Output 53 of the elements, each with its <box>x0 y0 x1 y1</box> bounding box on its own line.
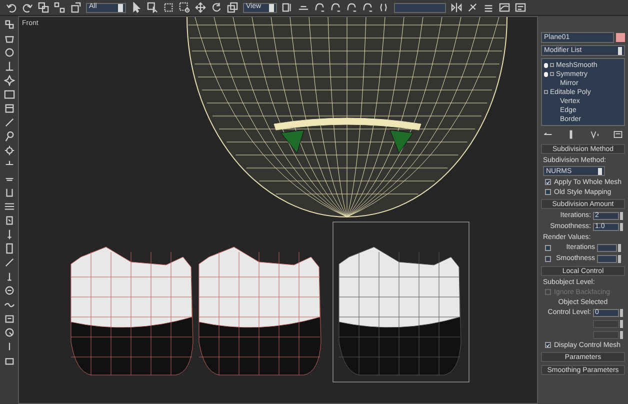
move-icon[interactable] <box>195 2 206 13</box>
spinner-snap-icon[interactable] <box>362 2 373 13</box>
tool-icon[interactable] <box>4 327 14 338</box>
schematic-view-icon[interactable] <box>515 2 526 13</box>
layers-icon[interactable] <box>483 2 494 13</box>
tool-icon[interactable] <box>4 117 14 128</box>
tool-icon[interactable] <box>4 187 14 198</box>
curve-editor-icon[interactable] <box>499 2 510 13</box>
window-crossing-icon[interactable] <box>179 2 190 13</box>
scale-icon[interactable] <box>227 2 238 13</box>
tool-icon[interactable] <box>4 75 14 86</box>
checkbox[interactable] <box>545 244 551 250</box>
unlink-icon[interactable] <box>54 2 65 13</box>
checkbox[interactable] <box>545 342 551 348</box>
tool-icon[interactable] <box>4 257 14 268</box>
object-color-swatch[interactable] <box>616 33 625 42</box>
expand-icon[interactable] <box>550 63 554 67</box>
angle-snap-icon[interactable] <box>330 2 341 13</box>
expand-icon[interactable] <box>544 90 548 94</box>
checkbox[interactable] <box>545 189 551 195</box>
spinner-field[interactable] <box>597 254 617 262</box>
tool-icon[interactable] <box>4 201 14 212</box>
region-select-icon[interactable] <box>163 2 174 13</box>
select-by-name-icon[interactable] <box>147 2 158 13</box>
spinner-field[interactable] <box>597 244 617 252</box>
snap-icon[interactable] <box>314 2 325 13</box>
undo-icon[interactable] <box>6 2 17 13</box>
tool-icon[interactable] <box>4 131 14 142</box>
configure-icon[interactable] <box>612 130 623 139</box>
rotate-icon[interactable] <box>211 2 222 13</box>
expand-icon[interactable] <box>550 72 554 76</box>
tool-icon[interactable] <box>4 89 14 100</box>
tool-icon[interactable] <box>4 61 14 72</box>
tool-icon[interactable] <box>4 285 14 296</box>
tool-icon[interactable] <box>4 313 14 324</box>
checkbox[interactable] <box>545 256 551 262</box>
link-icon[interactable] <box>38 2 49 13</box>
light-bulb-icon[interactable] <box>544 62 548 68</box>
select-icon[interactable] <box>131 2 142 13</box>
tool-icon[interactable] <box>4 33 14 44</box>
tool-icon[interactable] <box>4 47 14 58</box>
mirror-icon[interactable] <box>451 2 462 13</box>
percent-snap-icon[interactable] <box>346 2 357 13</box>
light-bulb-icon[interactable] <box>544 72 548 76</box>
tool-icon[interactable] <box>4 103 14 114</box>
redo-icon[interactable] <box>22 2 33 13</box>
tool-icon[interactable] <box>4 145 14 156</box>
tool-icon[interactable] <box>4 243 14 254</box>
named-selection-field[interactable] <box>394 2 446 12</box>
checkbox[interactable] <box>545 179 551 185</box>
tool-icon[interactable] <box>4 215 14 226</box>
tool-icon[interactable] <box>4 19 14 30</box>
tool-icon[interactable] <box>4 355 14 366</box>
